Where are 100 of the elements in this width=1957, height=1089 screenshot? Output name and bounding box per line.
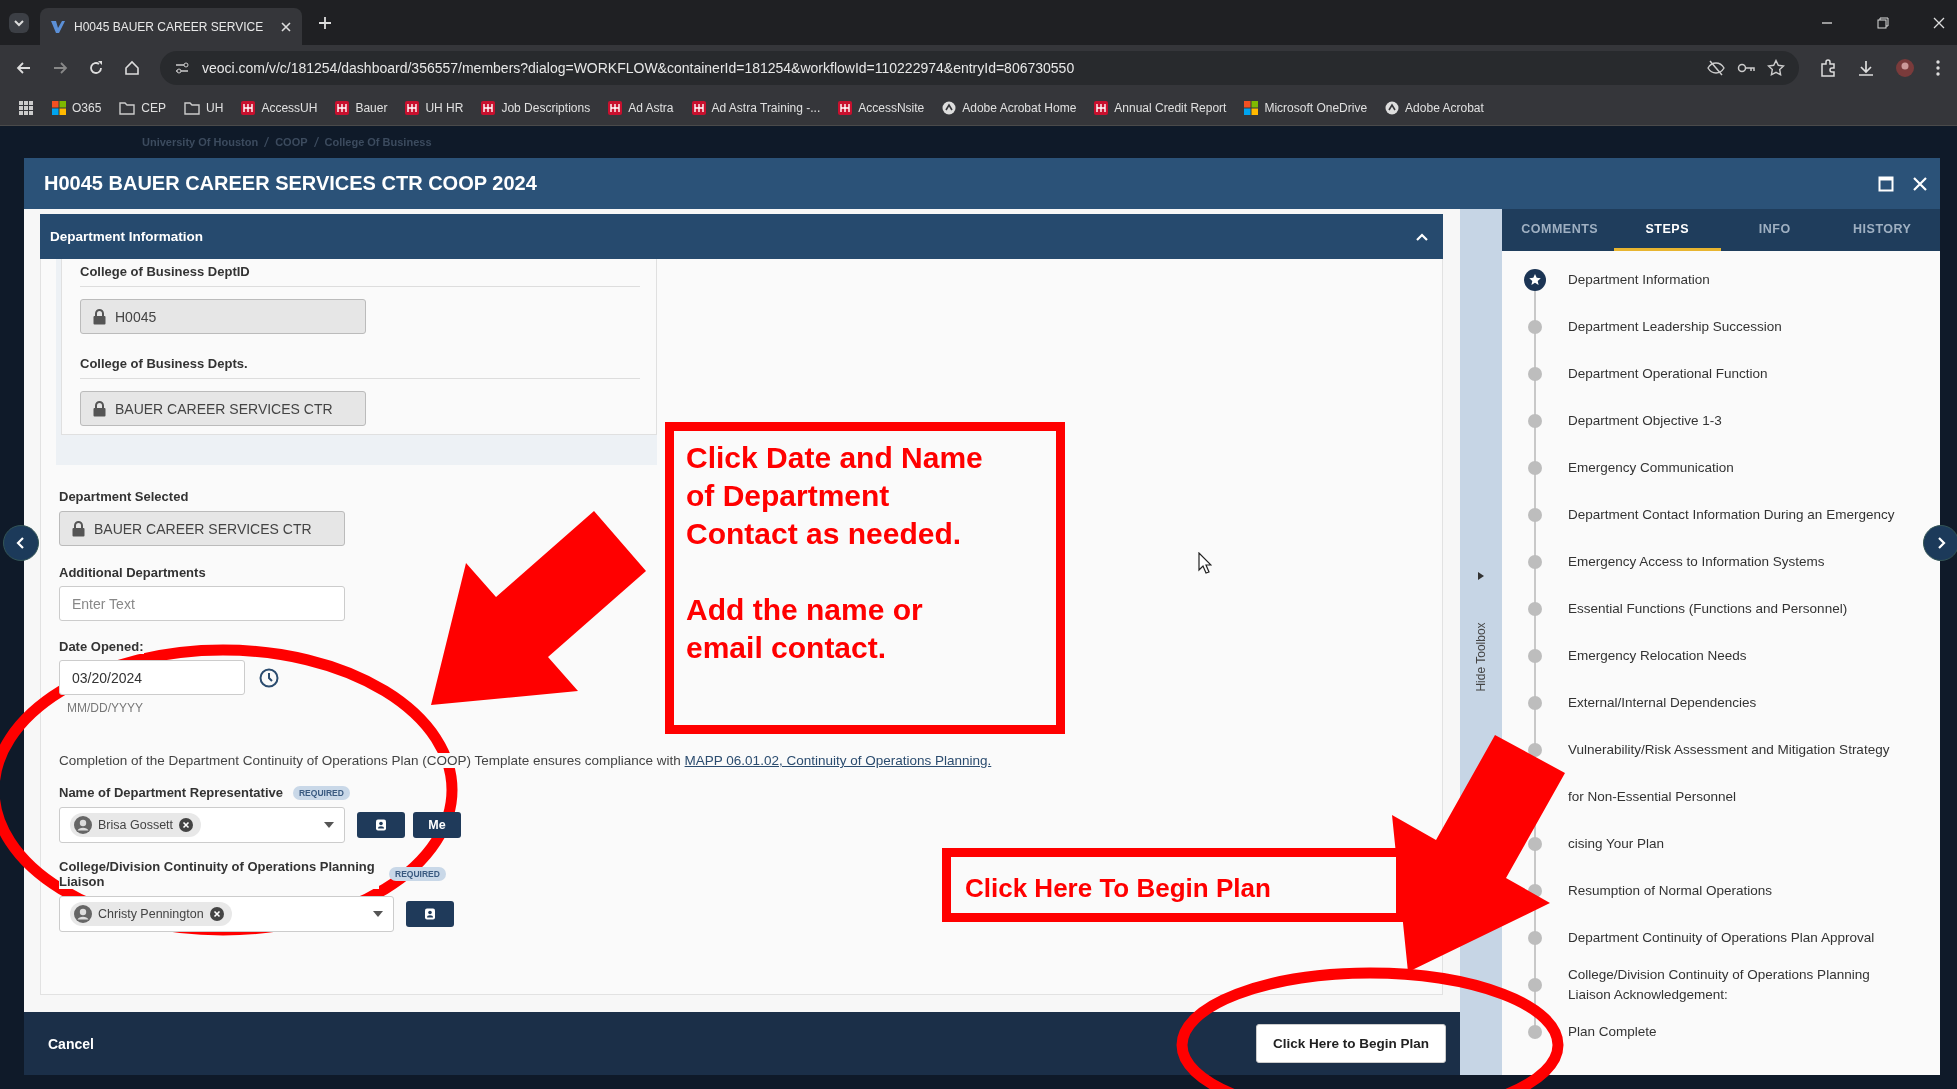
bookmark-link[interactable]: Ad Astra Training -... [711, 100, 821, 115]
bookmark-link[interactable]: O365 [72, 100, 102, 115]
step-link[interactable]: Department Contact Information During an Emergency [1568, 504, 1895, 525]
step-link[interactable]: Department Continuity of Operations Plan Approval [1568, 927, 1875, 948]
reload-icon[interactable] [88, 59, 104, 76]
remove-icon[interactable] [209, 907, 224, 921]
contact-card-button[interactable] [406, 901, 454, 927]
step-link[interactable]: Emergency Communication [1568, 457, 1734, 478]
clock-icon[interactable] [259, 667, 279, 688]
person-chip: Brisa Gossett [70, 813, 202, 837]
step-link[interactable]: External/Internal Dependencies [1568, 692, 1757, 713]
notice-text: Completion of the Department Continuity of Operations Plan (COOP) Template ensures compliance with [59, 753, 681, 768]
bookmark-link[interactable]: Ad Astra [628, 100, 674, 115]
close-icon[interactable] [280, 20, 292, 33]
text-field[interactable]: Enter Text [59, 586, 345, 621]
forward-icon[interactable] [52, 59, 68, 76]
field-label: Additional Departments [59, 565, 206, 580]
cancel-button[interactable]: Cancel [48, 1035, 94, 1052]
date-field[interactable]: 03/20/2024 [59, 660, 245, 695]
avatar-icon [74, 816, 92, 834]
required-badge: REQUIRED [389, 867, 446, 881]
toolbox-label: Hide Toolbox [1474, 622, 1488, 692]
lock-icon [72, 520, 85, 537]
mouse-cursor-icon [1198, 552, 1212, 574]
contact-card-icon [424, 908, 436, 920]
person-select[interactable]: Christy Pennington [59, 896, 394, 932]
download-icon[interactable] [1857, 58, 1875, 77]
four-squares-icon [1244, 100, 1259, 115]
step-link[interactable]: for Non-Essential Personnel [1568, 786, 1737, 807]
field-value: BAUER CAREER SERVICES CTR [115, 400, 333, 417]
panel-tab[interactable]: INFO [1721, 209, 1829, 251]
bookmark-link[interactable]: Microsoft OneDrive [1264, 100, 1368, 115]
home-icon[interactable] [124, 59, 140, 76]
lock-icon [93, 400, 106, 417]
new-tab-icon[interactable] [318, 15, 332, 30]
bookmark-link[interactable]: UH HR [425, 100, 464, 115]
profile-avatar-icon[interactable] [1895, 57, 1915, 78]
menu-icon[interactable] [1935, 58, 1941, 77]
panel-tab[interactable]: STEPS [1613, 209, 1721, 251]
field-label: Date Opened: [59, 639, 144, 654]
person-select[interactable]: Brisa Gossett [59, 807, 345, 843]
step-link[interactable]: Resumption of Normal Operations [1568, 880, 1773, 901]
folder-icon [119, 100, 136, 115]
step-link[interactable]: Department Leadership Succession [1568, 316, 1782, 337]
eye-slash-icon[interactable] [1707, 58, 1725, 77]
restore-icon[interactable] [1877, 16, 1889, 29]
caret-icon [373, 911, 383, 917]
remove-icon[interactable] [179, 818, 194, 832]
field-label: College/Division Continuity of Operations Planning Liaison [59, 859, 379, 889]
address-bar[interactable]: veoci.com/v/c/181254/dashboard/356557/members?dialog=WORKFLOW&containerId=181254&workflowId=110222974&entryId=806730550 [160, 50, 1799, 85]
bookmark-link[interactable]: Bauer [355, 100, 388, 115]
begin-plan-button[interactable]: Click Here to Begin Plan [1255, 1024, 1446, 1063]
chevron-right-icon [1935, 537, 1947, 549]
step-link[interactable]: Plan Complete [1568, 1021, 1657, 1042]
globe-icon [942, 100, 957, 115]
close-icon[interactable] [1933, 16, 1945, 29]
site-logo-icon [691, 100, 706, 115]
step-link[interactable]: Department Operational Function [1568, 363, 1768, 384]
step-link[interactable]: Department Information [1568, 269, 1710, 290]
chevron-left-icon [15, 537, 27, 549]
bookmark-link[interactable]: CEP [141, 100, 167, 115]
browser-tab[interactable]: H0045 BAUER CAREER SERVICE [40, 8, 302, 45]
site-logo-icon [241, 100, 256, 115]
person-chip: Christy Pennington [70, 902, 232, 926]
panel-tab[interactable]: HISTORY [1828, 209, 1936, 251]
step-link[interactable]: Vulnerability/Risk Assessment and Mitigation Strategy [1568, 739, 1890, 760]
star-icon[interactable] [1767, 58, 1785, 77]
step-link[interactable]: Emergency Access to Information Systems [1568, 551, 1825, 572]
section-header[interactable]: Department Information [40, 214, 1443, 259]
bookmark-link[interactable]: Job Descriptions [501, 100, 591, 115]
bookmark-link[interactable]: Adobe Acrobat [1405, 100, 1484, 115]
previous-button[interactable] [3, 525, 39, 561]
required-badge: REQUIRED [292, 785, 350, 800]
bookmark-link[interactable]: Adobe Acrobat Home [962, 100, 1077, 115]
bookmark-link[interactable]: UH [206, 100, 224, 115]
maximize-icon[interactable] [1878, 175, 1894, 192]
bookmark-link[interactable]: Annual Credit Report [1114, 100, 1227, 115]
site-logo-icon [50, 18, 66, 35]
field-value: BAUER CAREER SERVICES CTR [94, 520, 312, 537]
step-link[interactable]: Emergency Relocation Needs [1568, 645, 1747, 666]
site-logo-icon [838, 100, 853, 115]
bookmark-link[interactable]: AccessNsite [858, 100, 925, 115]
slash-separator-icon [264, 137, 270, 147]
step-link[interactable]: Essential Functions (Functions and Personnel) [1568, 598, 1848, 619]
back-icon[interactable] [16, 59, 32, 76]
me-button[interactable]: Me [413, 812, 461, 838]
panel-tab[interactable]: COMMENTS [1506, 209, 1614, 251]
field-label: College of Business DeptID [80, 264, 640, 287]
extensions-icon[interactable] [1819, 58, 1837, 77]
step-link[interactable]: cising Your Plan [1568, 833, 1665, 854]
field-label: Name of Department Representative [59, 785, 283, 800]
apps-grid-icon[interactable] [18, 99, 34, 116]
callout-annotation: Click Date and Name of Department Contact as needed. Add the name or email contact. [665, 422, 1065, 734]
bookmark-link[interactable]: AccessUH [261, 100, 318, 115]
site-settings-icon[interactable] [174, 59, 190, 76]
step-link[interactable]: College/Division Continuity of Operations Planning Liaison Acknowledgement: [1568, 964, 1913, 1005]
contact-card-button[interactable] [357, 812, 405, 838]
tab-list-icon[interactable] [8, 11, 30, 34]
step-link[interactable]: Department Objective 1-3 [1568, 410, 1722, 431]
policy-link[interactable]: MAPP 06.01.02, Continuity of Operations Planning. [684, 753, 992, 768]
